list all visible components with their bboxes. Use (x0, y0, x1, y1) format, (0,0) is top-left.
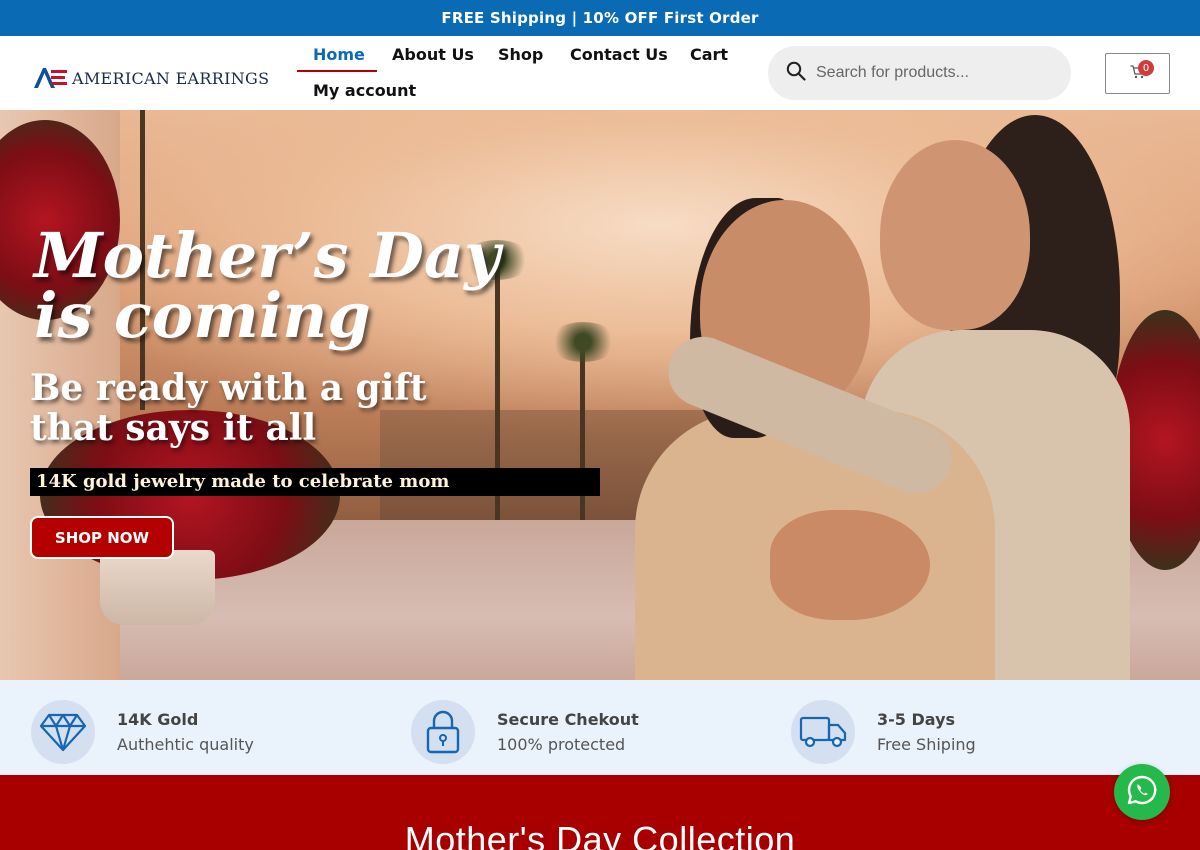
search-icon[interactable] (786, 61, 806, 85)
nav-shop[interactable]: Shop (498, 45, 543, 64)
promo-text: FREE Shipping | 10% OFF First Order (441, 9, 759, 27)
nav-contact-us[interactable]: Contact Us (570, 45, 668, 64)
cart-count-badge: 0 (1138, 60, 1154, 76)
nav-my-account[interactable]: My account (313, 81, 416, 100)
diamond-icon (31, 700, 95, 764)
nav-home[interactable]: Home (313, 45, 365, 64)
logo-text: AMERICAN EARRINGS (72, 68, 270, 88)
hero-tagline: 14K gold jewelry made to celebrate mom (30, 468, 600, 496)
feature-gold: 14K Gold Authehtic quality (31, 700, 254, 764)
palm-tree-top (548, 322, 618, 362)
lock-icon (411, 700, 475, 764)
hero-subtitle: Be ready with a gift that says it all (30, 367, 427, 449)
nav-about-us[interactable]: About Us (392, 45, 474, 64)
site-logo[interactable]: AMERICAN EARRINGS (32, 66, 269, 90)
collection-title: Mother's Day Collection (404, 819, 796, 850)
nav-active-underline (297, 70, 377, 72)
site-header: AMERICAN EARRINGS Home About Us Shop Con… (0, 36, 1200, 110)
search-input[interactable] (816, 64, 1046, 82)
search-bar (768, 46, 1071, 100)
feature-title: 3-5 Days (877, 710, 956, 729)
feature-title: Secure Chekout (497, 710, 639, 729)
truck-icon (791, 700, 855, 764)
features-strip: 14K Gold Authehtic quality Secure Chekou… (0, 680, 1200, 775)
hero-title: Mother’s Day is coming (34, 219, 501, 352)
hero-daughter-face (880, 140, 1030, 330)
feature-subtitle: Authehtic quality (117, 735, 254, 754)
promo-bar: FREE Shipping | 10% OFF First Order (0, 0, 1200, 36)
hero-hands (770, 510, 930, 620)
feature-subtitle: Free Shiping (877, 735, 976, 754)
hero-banner: Mother’s Day is coming Be ready with a g… (0, 110, 1200, 680)
feature-title: 14K Gold (117, 710, 199, 729)
feature-subtitle: 100% protected (497, 735, 626, 754)
nav-cart[interactable]: Cart (690, 45, 728, 64)
whatsapp-button[interactable] (1114, 764, 1170, 820)
logo-icon (32, 66, 70, 90)
feature-shipping: 3-5 Days Free Shiping (791, 700, 976, 764)
hero-flower-pot (100, 550, 215, 625)
collection-section: Mother's Day Collection (0, 775, 1200, 850)
shop-now-button[interactable]: SHOP NOW (30, 516, 174, 559)
whatsapp-icon (1126, 774, 1158, 810)
feature-secure: Secure Chekout 100% protected (411, 700, 639, 764)
cart-button[interactable]: 0 (1105, 53, 1170, 94)
